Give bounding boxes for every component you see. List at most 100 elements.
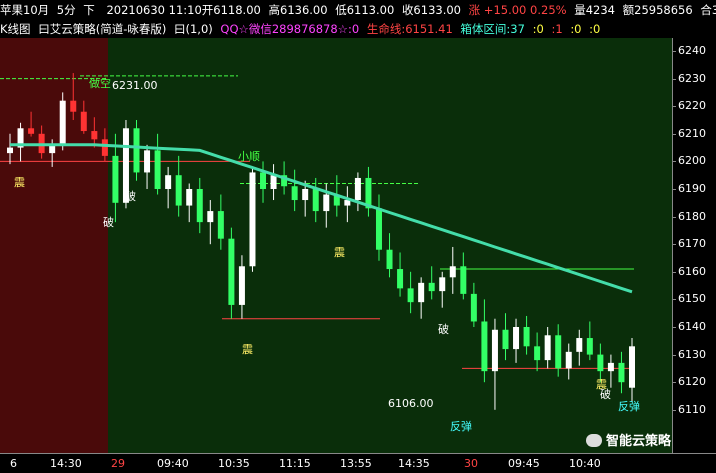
low-price-label: 6106.00 [388,397,434,410]
param-label: 曰(1,0) [173,22,213,36]
candle-body [217,211,224,239]
low-price: 低6113.00 [335,3,395,17]
price-axis: 6240 6230 6220 6210 6200 6190 6180 6170 6160 6150… [672,38,716,453]
candle-body [407,288,414,303]
x-tick: 6 [10,457,17,470]
volume: 量4234 [574,3,615,17]
kline-label[interactable]: K线图 [0,22,31,36]
open-price: 开6118.00 [201,3,261,17]
candle-body [70,100,77,112]
watermark: 智能云策略 [586,430,671,449]
candle-body [470,293,477,322]
y-tick: 6180 [672,209,706,223]
candle-body [80,111,87,132]
candle-body [481,321,488,372]
candle-body [312,189,319,212]
strategy-label[interactable]: 曰艾云策略(简道-咏春版) [38,22,166,36]
amount: 额25958656 [622,3,693,17]
xiaoshun-label: 小顺 [238,150,260,163]
candle-body [534,346,541,361]
high-price-label: 6231.00 [112,79,158,92]
candle-body [565,351,572,369]
candle-body [270,175,277,189]
x-tick: 29 [111,457,125,470]
candle-body [302,189,309,201]
candle-body [544,335,551,361]
candle-body [439,277,446,292]
candle-body [291,186,298,201]
wechat-icon [586,434,602,447]
candle-body [133,128,140,173]
x-tick: 14:30 [50,457,82,470]
candle-body [207,211,214,223]
direction: 下 [83,3,95,17]
symbol[interactable]: 苹果10月 [0,3,49,17]
candle-body [449,266,456,278]
y-tick: 6110 [672,402,706,416]
zhen-label-3: 震 [242,343,253,356]
y-tick: 6200 [672,154,706,168]
x-tick: 30 [464,457,478,470]
box-label: 箱体区间:37 [460,22,525,36]
po-label-2: 破 [103,216,114,229]
indicator-bar: K线图 曰艾云策略(简道-咏春版) 曰(1,0) QQ☆微信289876878☆… [0,20,716,38]
candle-body [196,189,203,223]
candle-body [112,155,119,203]
x-tick: 11:15 [279,457,311,470]
candle-body [502,329,509,350]
fantan-label-1: 反弹 [450,420,472,433]
candle-body [165,175,172,189]
y-tick: 6230 [672,71,706,85]
x-tick: 09:40 [157,457,189,470]
candle-body [513,327,520,350]
candle-body [428,282,435,292]
y-tick: 6120 [672,375,706,389]
candle-body [28,128,35,134]
candle-body [491,329,498,372]
qq-label: QQ☆微信289876878☆:0 [220,22,360,36]
candle-body [418,282,425,303]
candle-body [260,172,267,189]
position: 合305990 [700,3,716,17]
candle-body [386,249,393,270]
change: 涨 +15.00 0.25% [468,3,567,17]
candle-body [607,362,614,372]
candle-body [7,147,13,154]
y-tick: 6220 [672,99,706,113]
x-tick: 14:35 [398,457,430,470]
candle-body [186,189,193,206]
candle-body [586,338,593,355]
po-label-3: 破 [438,323,449,336]
candle-body [523,327,530,347]
candle-body [397,269,404,289]
candle-body [555,335,562,369]
candle-body [323,194,330,212]
candle-body [354,177,361,201]
x-tick: 13:55 [340,457,372,470]
candle-body [238,266,245,305]
candle-body [154,150,161,189]
x-tick: 10:35 [218,457,250,470]
candle-body [375,208,382,250]
y-tick: 6240 [672,44,706,57]
candle-body [228,238,235,305]
y-tick: 6210 [672,126,706,140]
quote-header: 苹果10月 5分 下 20210630 11:10开6118.00 高6136.… [0,0,716,20]
x-tick: 09:45 [508,457,540,470]
po-label-1: 破 [125,190,136,203]
y-tick: 6150 [672,292,706,306]
candle-body [91,131,98,140]
v4: :0 [589,22,601,36]
datetime: 20210630 11:10 [106,3,202,17]
short-label: 做空 [89,77,111,90]
period[interactable]: 5分 [57,3,76,17]
y-tick: 6190 [672,182,706,195]
fantan-label-2: 反弹 [618,400,640,413]
zhen-label-2: 震 [334,246,345,259]
candle-body [101,139,108,156]
high-price: 高6136.00 [268,3,328,17]
zhen-label-1: 震 [14,176,25,189]
y-tick: 6130 [672,347,706,361]
v1: :0 [532,22,544,36]
candle-body [460,266,467,294]
